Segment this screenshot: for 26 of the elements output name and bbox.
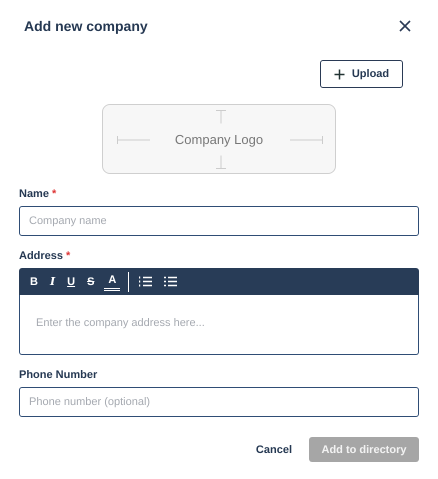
required-mark: * xyxy=(66,250,70,262)
required-mark: * xyxy=(52,188,56,200)
cancel-button[interactable]: Cancel xyxy=(256,437,292,462)
height-marker-icon xyxy=(215,110,227,124)
field-label: Address xyxy=(19,250,64,262)
input-field[interactable]: Phone number (optional) xyxy=(19,387,419,417)
height-marker-icon xyxy=(215,155,227,169)
text-color-button[interactable]: A xyxy=(104,272,120,290)
close-button[interactable] xyxy=(397,18,413,34)
width-marker-icon xyxy=(117,135,151,145)
input-field[interactable]: Company name xyxy=(19,206,419,236)
upload-button[interactable]: Upload xyxy=(320,60,403,88)
strikethrough-button[interactable]: S xyxy=(82,272,100,292)
ordered-list-icon xyxy=(139,276,152,287)
dialog-title: Add new company xyxy=(24,18,148,34)
field-label: Phone Number xyxy=(19,369,98,381)
underline-button[interactable]: U xyxy=(62,272,80,292)
close-icon xyxy=(399,20,411,32)
field-label: Name xyxy=(19,188,49,200)
width-marker-icon xyxy=(289,135,323,145)
plus-icon xyxy=(334,68,345,80)
bullet-list-icon xyxy=(164,276,178,287)
bold-button[interactable]: B xyxy=(25,272,43,292)
logo-label: Company Logo xyxy=(174,132,264,146)
italic-button[interactable]: I xyxy=(44,272,60,292)
address-editor[interactable]: Enter the company address here... xyxy=(19,295,419,355)
